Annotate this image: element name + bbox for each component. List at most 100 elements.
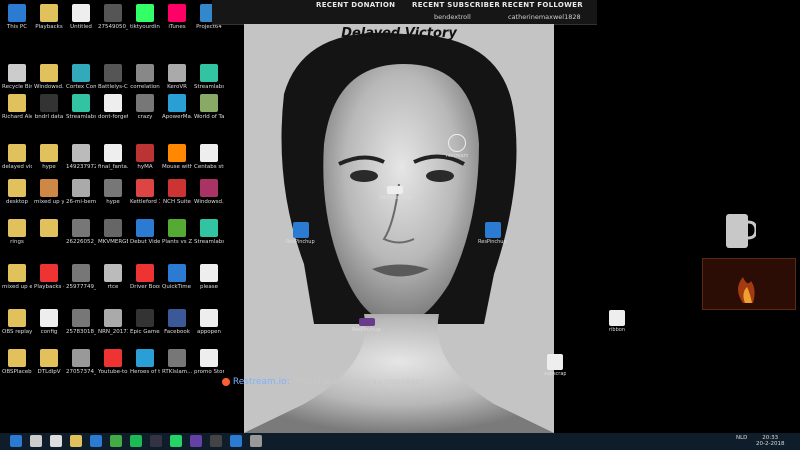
desktop-shortcut-icon[interactable]: NRN_20171... <box>98 309 128 349</box>
desktop-shortcut-icon[interactable]: rings <box>2 219 32 259</box>
shortcut-label: 27057374_1... <box>66 369 96 375</box>
desktop-shortcut-icon[interactable]: Playbacks <box>34 4 64 44</box>
word-document-icon[interactable]: ResPinchup Beamup-89 <box>478 222 508 250</box>
twitch-taskbar-icon[interactable] <box>190 435 202 447</box>
shortcut-label: Playbacks <box>35 24 63 30</box>
shortcut-glyph-icon <box>200 219 218 237</box>
desktop-shortcut-icon[interactable]: Heroes of the Storm Publi... <box>130 349 160 389</box>
photos-taskbar-icon[interactable] <box>250 435 262 447</box>
desktop-shortcut-icon[interactable]: OBSPlaceb... <box>2 349 32 389</box>
desktop-shortcut-icon[interactable]: Debut Video Capture S... <box>130 219 160 259</box>
desktop-shortcut-icon[interactable]: crazy <box>130 94 160 134</box>
task-view-taskbar-icon[interactable] <box>50 435 62 447</box>
desktop-shortcut-icon[interactable]: 25783018_2... <box>66 309 96 349</box>
language-indicator[interactable]: NLD <box>736 435 747 441</box>
desktop-shortcut-icon[interactable]: hype <box>34 144 64 184</box>
shortcut-glyph-icon <box>40 349 58 367</box>
desktop-shortcut-icon[interactable]: Richard Alex <box>2 94 32 134</box>
desktop-shortcut-icon[interactable]: delayed victory d... <box>2 144 32 184</box>
shortcut-label: 25783018_2... <box>66 329 96 335</box>
desktop-shortcut-icon[interactable]: rtce <box>98 264 128 304</box>
shortcut-glyph-icon <box>168 4 186 22</box>
desktop-shortcut-icon[interactable]: Youtube-to... <box>98 349 128 389</box>
desktop-shortcut-icon[interactable]: Driver Booster 5 <box>130 264 160 304</box>
whatsapp-taskbar-icon[interactable] <box>170 435 182 447</box>
shortcut-label: MKVMERGE.. <box>98 239 128 245</box>
shortcut-glyph-icon <box>8 309 26 327</box>
desktop-shortcut-icon[interactable]: OBS replayer <box>2 309 32 349</box>
desktop-shortcut-icon[interactable]: mixed up everythi... <box>2 264 32 304</box>
desktop-shortcut-icon[interactable]: DTLdlpV <box>34 349 64 389</box>
desktop-shortcut-icon[interactable]: promo Store Edge <box>194 349 224 389</box>
shortcut-label: tiktyourdino <box>130 24 160 30</box>
shortcut-label: rtce <box>107 284 119 290</box>
desktop-shortcut-icon[interactable]: Epic Games Launcher <box>130 309 160 349</box>
desktop-shortcut-icon[interactable]: dont-forget... <box>98 94 128 134</box>
desktop-shortcut-icon[interactable]: RTKIslam... Shortcut <box>162 349 192 389</box>
obs-taskbar-icon[interactable] <box>210 435 222 447</box>
desktop-shortcut-icon[interactable]: hyMA <box>130 144 160 184</box>
desktop-shortcut-icon[interactable]: Untitled <box>66 4 96 44</box>
desktop-shortcut-icon[interactable]: Windowsd... <box>194 179 224 219</box>
file-shortcut-icon[interactable]: Restreamfrapp Bezlayi-89 <box>380 186 410 214</box>
mail-taskbar-icon[interactable] <box>230 435 242 447</box>
desktop-shortcut-icon[interactable]: please <box>194 264 224 304</box>
desktop-shortcut-icon[interactable]: appopen <box>194 309 224 349</box>
steam-taskbar-icon[interactable] <box>150 435 162 447</box>
desktop-shortcut-icon[interactable]: Centabs stuff <box>194 144 224 184</box>
desktop-shortcut-icon[interactable]: 27549050_1.. <box>98 4 128 44</box>
desktop-shortcut-icon[interactable]: MKVMERGE.. <box>98 219 128 259</box>
desktop-shortcut-icon[interactable]: 1492379729... <box>66 144 96 184</box>
start-taskbar-icon[interactable] <box>10 435 22 447</box>
shortcut-glyph-icon <box>8 179 26 197</box>
search-taskbar-icon[interactable] <box>30 435 42 447</box>
shortcut-label: desktop <box>6 199 28 205</box>
desktop-shortcut-icon[interactable]: Mouse witho... <box>162 144 192 184</box>
desktop-shortcut-icon[interactable]: Plants vs Zombies <box>162 219 192 259</box>
desktop-shortcut-icon[interactable]: NCH Suite <box>162 179 192 219</box>
shortcut-label: iTunes <box>168 24 186 30</box>
desktop-shortcut-icon[interactable]: mixed up youtubo <box>34 179 64 219</box>
desktop-shortcut-icon[interactable]: Streamlabs Chatbot <box>194 219 224 259</box>
desktop-shortcut-icon[interactable]: final_fanta... <box>98 144 128 184</box>
shortcut-label: mixed up youtubo <box>34 199 64 205</box>
desktop-shortcut-icon[interactable]: 25977749_1... <box>66 264 96 304</box>
desktop-shortcut-icon[interactable]: Streamlabs OBS <box>66 94 96 134</box>
desktop-shortcut-icon[interactable]: World of Tanks <box>194 94 224 134</box>
shortcut-label: This PC <box>6 24 28 30</box>
shortcut-label: Mouse witho... <box>162 164 192 170</box>
restream-shortcut-icon[interactable]: restream <box>446 134 468 162</box>
image-file-icon[interactable]: ResPinchup Beamup-89 <box>286 222 316 250</box>
taskbar: NLD 20:33 20-2-2018 <box>0 433 800 450</box>
file-explorer-taskbar-icon[interactable] <box>70 435 82 447</box>
shortcut-glyph-icon <box>72 4 90 22</box>
desktop-shortcut-icon[interactable]: This PC <box>2 4 32 44</box>
desktop-shortcut-icon[interactable]: iTunes <box>162 4 192 44</box>
desktop-shortcut-icon[interactable]: Kettleford 1 <box>130 179 160 219</box>
edge-taskbar-icon[interactable] <box>90 435 102 447</box>
shortcut-glyph-icon <box>40 64 58 82</box>
desktop-shortcut-icon[interactable]: bndrl data <box>34 94 64 134</box>
text-file-icon[interactable]: subscrap unde.txt <box>544 354 566 382</box>
chrome-taskbar-icon[interactable] <box>110 435 122 447</box>
desktop-shortcut-icon[interactable]: Playbacks - 2018 <box>34 264 64 304</box>
shortcut-label: crazy <box>137 114 153 120</box>
spotify-taskbar-icon[interactable] <box>130 435 142 447</box>
desktop-shortcut-icon[interactable]: 26-mi-bem... <box>66 179 96 219</box>
desktop-shortcut-icon[interactable]: desktop <box>2 179 32 219</box>
desktop-shortcut-icon[interactable]: QuickTime Player <box>162 264 192 304</box>
desktop-shortcut-icon[interactable]: ApowerMa... <box>162 94 192 134</box>
desktop-shortcut-icon[interactable]: config <box>34 309 64 349</box>
clock-date: 20-2-2018 <box>756 441 785 447</box>
media-file-icon[interactable]: ResPinchup Beamup <box>352 318 382 346</box>
desktop-shortcut-icon[interactable]: hype <box>98 179 128 219</box>
shortcut-glyph-icon <box>104 349 122 367</box>
system-clock[interactable]: 20:33 20-2-2018 <box>756 435 784 447</box>
desktop-shortcut-icon[interactable]: Facebook <box>162 309 192 349</box>
desktop-shortcut-icon[interactable] <box>34 219 64 259</box>
desktop-shortcut-icon[interactable]: 27057374_1... <box>66 349 96 389</box>
text-file-icon[interactable]: ribbon <box>606 310 628 338</box>
shortcut-label: Debut Video Capture S... <box>130 239 160 245</box>
desktop-shortcut-icon[interactable]: 26226052_1... <box>66 219 96 259</box>
desktop-shortcut-icon[interactable]: tiktyourdino <box>130 4 160 44</box>
